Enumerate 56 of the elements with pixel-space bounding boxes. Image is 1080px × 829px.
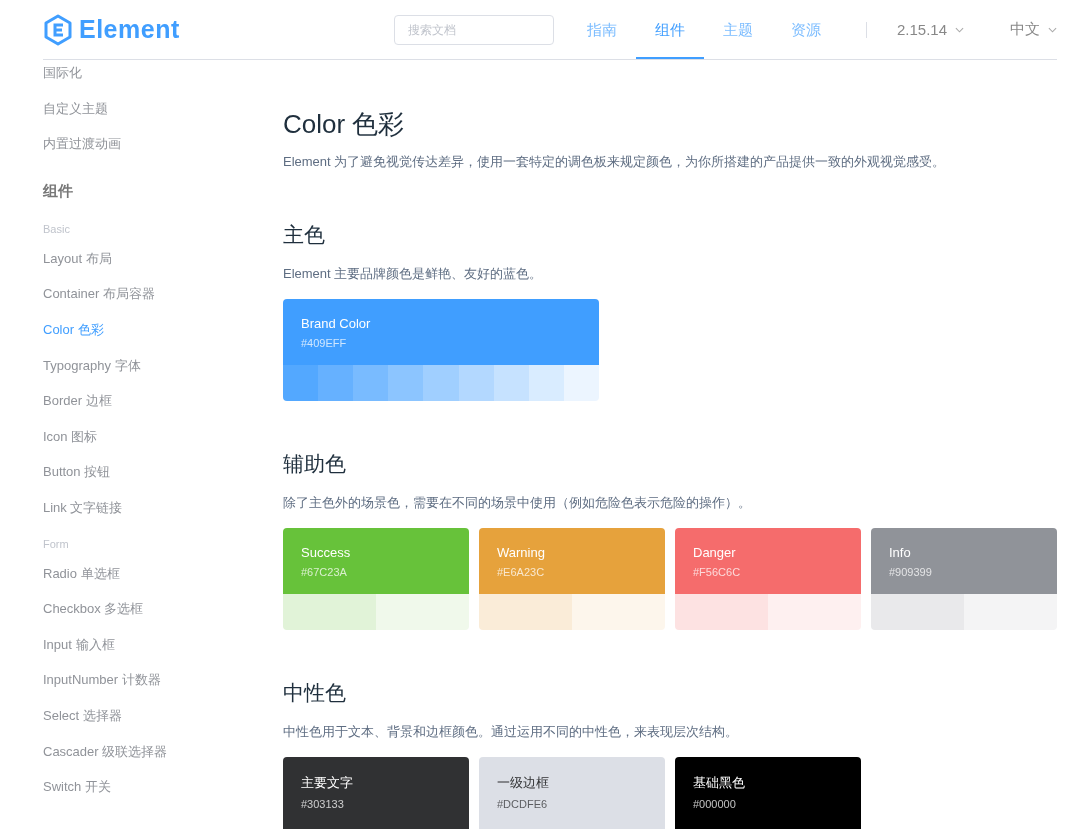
section-heading: 主色 (283, 222, 326, 248)
search-field[interactable]: 搜索文档 (393, 14, 554, 45)
sidebar-item[interactable]: 国际化 (43, 63, 82, 99)
sidebar-item[interactable]: InputNumber 计数器 (43, 670, 161, 706)
nav-tab[interactable]: 资源 (771, 0, 840, 59)
sidebar-item[interactable]: Layout 布局 (43, 248, 112, 285)
sidebar-item[interactable]: Container 布局容器 (43, 284, 155, 320)
color-name: 一级边框 (497, 774, 550, 792)
section-heading: 中性色 (283, 680, 347, 706)
color-hex: #E6A23C (497, 566, 546, 578)
color-name: 基础黑色 (693, 774, 746, 792)
sidebar-category: Form (43, 536, 69, 552)
sidebar-category: Basic (43, 221, 70, 237)
color-name: Brand Color (301, 316, 372, 331)
sidebar-item[interactable]: Input 输入框 (43, 634, 115, 671)
color-hex: #F56C6C (693, 566, 742, 578)
color-hex: #DCDFE6 (497, 798, 549, 810)
nav-tab[interactable]: 指南 (567, 0, 636, 59)
color-name: 主要文字 (301, 774, 354, 792)
color-hex: #000000 (693, 798, 737, 810)
section-description: Element 主要品牌颜色是鲜艳、友好的蓝色。 (283, 265, 544, 283)
section-description: 中性色用于文本、背景和边框颜色。通过运用不同的中性色，来表现层次结构。 (283, 723, 739, 741)
sidebar-item[interactable]: Cascader 级联选择器 (43, 741, 168, 778)
sidebar-item[interactable]: Border 边框 (43, 391, 112, 427)
nav-tab[interactable]: 主题 (703, 0, 772, 59)
color-hex: #303133 (301, 798, 345, 810)
color-name: Info (889, 545, 912, 560)
sidebar-item[interactable]: Switch 开关 (43, 777, 111, 813)
language-dropdown[interactable]: 中文 (1010, 20, 1057, 39)
logo-text: Element (79, 15, 180, 44)
sidebar-item[interactable]: Select 选择器 (43, 705, 122, 742)
color-hex: #409EFF (301, 337, 348, 349)
color-hex: #67C23A (301, 566, 348, 578)
page-description: Element 为了避免视觉传达差异，使用一套特定的调色板来规定颜色，为你所搭建的产品提供一致的外观视觉感受。 (283, 153, 947, 171)
sidebar-item[interactable]: Button 按钮 (43, 462, 111, 498)
sidebar-item[interactable]: 内置过渡动画 (43, 134, 121, 170)
color-name: Success (301, 545, 352, 560)
color-name: Danger (693, 545, 737, 560)
nav-tab[interactable]: 组件 (635, 0, 704, 59)
caret-icon (1048, 26, 1057, 33)
sidebar-item[interactable]: Checkbox 多选框 (43, 599, 144, 635)
sidebar-item[interactable]: Icon 图标 (43, 426, 98, 463)
sidebar-group-title: 组件 (43, 181, 73, 201)
sidebar-item[interactable]: Link 文字链接 (43, 497, 123, 534)
sidebar-item[interactable]: Color 色彩 (43, 319, 104, 356)
version-dropdown[interactable]: 2.15.14 (896, 21, 964, 38)
caret-icon (955, 26, 964, 33)
color-hex: #909399 (889, 566, 933, 578)
section-heading: 辅助色 (283, 451, 347, 477)
sidebar-item[interactable]: 自定义主题 (43, 98, 108, 135)
sidebar-item[interactable]: Radio 单选框 (43, 563, 120, 600)
color-name: Warning (497, 545, 546, 560)
section-description: 除了主色外的场景色，需要在不同的场景中使用（例如危险色表示危险的操作）。 (283, 494, 752, 512)
page-title: Color 色彩 (283, 108, 406, 140)
sidebar-item[interactable]: Typography 字体 (43, 355, 141, 392)
logo-icon (43, 13, 73, 46)
